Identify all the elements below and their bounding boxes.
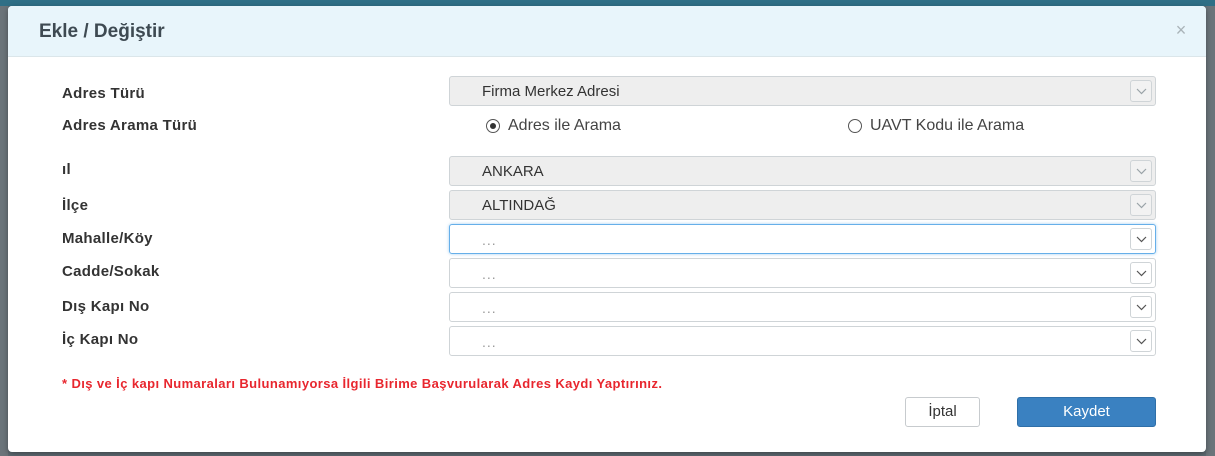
dis-kapi-placeholder: ... xyxy=(482,300,497,316)
chevron-down-icon[interactable] xyxy=(1130,262,1152,284)
ilce-select[interactable]: ALTINDAĞ xyxy=(449,190,1156,220)
radio-circle xyxy=(848,119,862,133)
chevron-down-icon[interactable] xyxy=(1130,330,1152,352)
ilce-value: ALTINDAĞ xyxy=(482,197,556,214)
mahalle-placeholder: ... xyxy=(482,232,497,248)
il-label: ıl xyxy=(62,161,71,178)
radio-label: Adres ile Arama xyxy=(508,117,621,134)
close-icon[interactable]: × xyxy=(1173,21,1189,39)
chevron-down-icon[interactable] xyxy=(1130,194,1152,216)
chevron-down-icon[interactable] xyxy=(1130,160,1152,182)
mahalle-label: Mahalle/Köy xyxy=(62,230,153,247)
radio-circle-selected xyxy=(486,119,500,133)
mahalle-select[interactable]: ... xyxy=(449,224,1156,254)
chevron-down-icon[interactable] xyxy=(1130,228,1152,250)
adres-turu-label: Adres Türü xyxy=(62,85,146,102)
address-warning-text: * Dış ve İç kapı Numaraları Bulunamıyors… xyxy=(62,376,663,391)
chevron-down-icon[interactable] xyxy=(1130,80,1152,102)
edit-modal: Ekle / Değiştir × Adres Türü Firma Merke… xyxy=(8,6,1206,452)
modal-header: Ekle / Değiştir × xyxy=(8,6,1206,57)
ic-kapi-placeholder: ... xyxy=(482,334,497,350)
backdrop-left xyxy=(0,6,8,456)
save-button[interactable]: Kaydet xyxy=(1017,397,1156,427)
ic-kapi-label: İç Kapı No xyxy=(62,331,139,348)
arama-turu-label: Adres Arama Türü xyxy=(62,117,198,134)
ic-kapi-select[interactable]: ... xyxy=(449,326,1156,356)
cadde-select[interactable]: ... xyxy=(449,258,1156,288)
modal-title: Ekle / Değiştir xyxy=(39,21,165,42)
ilce-label: İlçe xyxy=(62,197,89,214)
radio-label: UAVT Kodu ile Arama xyxy=(870,117,1025,134)
il-select[interactable]: ANKARA xyxy=(449,156,1156,186)
chevron-down-icon[interactable] xyxy=(1130,296,1152,318)
dis-kapi-label: Dış Kapı No xyxy=(62,298,150,315)
cadde-placeholder: ... xyxy=(482,266,497,282)
dis-kapi-select[interactable]: ... xyxy=(449,292,1156,322)
adres-turu-value: Firma Merkez Adresi xyxy=(482,83,620,100)
radio-dot xyxy=(490,123,496,129)
backdrop-right xyxy=(1206,6,1215,456)
adres-turu-select[interactable]: Firma Merkez Adresi xyxy=(449,76,1156,106)
il-value: ANKARA xyxy=(482,163,544,180)
cadde-label: Cadde/Sokak xyxy=(62,263,160,280)
cancel-button[interactable]: İptal xyxy=(905,397,980,427)
